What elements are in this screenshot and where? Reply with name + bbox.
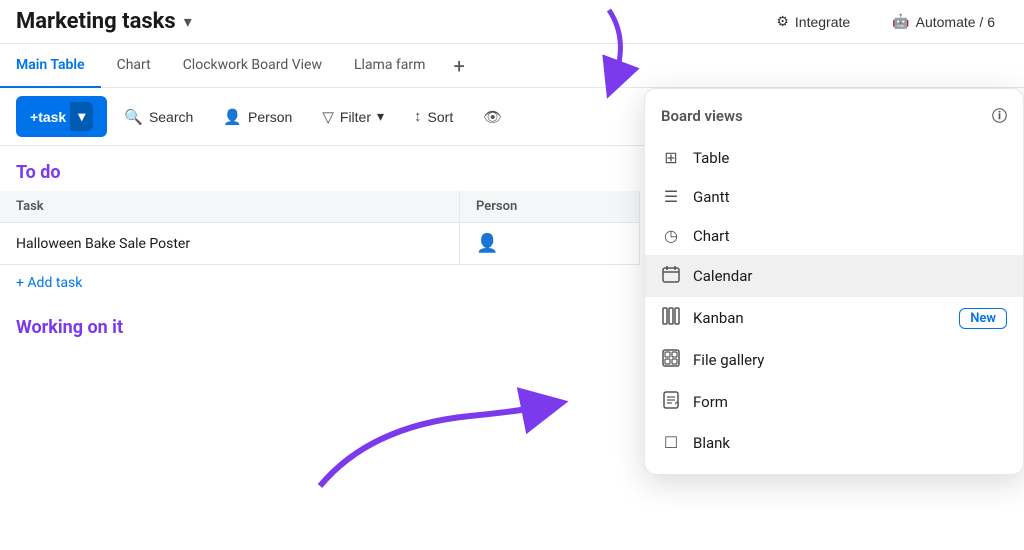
tab-add-button[interactable]: + — [441, 44, 476, 88]
section-working-header: Working on it — [0, 301, 640, 346]
filter-icon: ▽ — [322, 108, 334, 126]
view-form[interactable]: Form — [645, 381, 1023, 423]
top-bar-right: ⚙ Integrate 🤖 Automate / 6 — [763, 6, 1008, 37]
chart-icon: ◷ — [661, 226, 681, 245]
new-task-button[interactable]: + task ▾ — [16, 96, 107, 137]
info-icon: ⓘ — [992, 105, 1007, 126]
col-person: Person — [460, 191, 640, 223]
person-icon: 👤 — [223, 108, 242, 126]
integrate-label: Integrate — [795, 14, 850, 30]
title-dropdown-icon[interactable]: ▾ — [184, 12, 192, 31]
table-icon: ⊞ — [661, 148, 681, 167]
new-task-caret[interactable]: ▾ — [70, 102, 93, 131]
tab-bar: Main Table Chart Clockwork Board View Ll… — [0, 44, 1024, 88]
col-task: Task — [0, 191, 460, 223]
board-views-panel: Board views ⓘ ⊞ Table ☰ Gantt ◷ Chart Ca… — [644, 88, 1024, 475]
automate-button[interactable]: 🤖 Automate / 6 — [879, 6, 1008, 37]
tab-clockwork[interactable]: Clockwork Board View — [167, 44, 338, 88]
form-icon — [661, 391, 681, 413]
filter-button[interactable]: ▽ Filter ▾ — [309, 101, 397, 133]
automate-label: Automate / 6 — [916, 14, 995, 30]
section-todo-header: To do — [0, 146, 640, 191]
search-button[interactable]: 🔍 Search — [111, 101, 206, 133]
task-cell: Halloween Bake Sale Poster — [0, 223, 460, 265]
automate-icon: 🤖 — [892, 13, 909, 30]
view-calendar[interactable]: Calendar — [645, 255, 1023, 297]
task-table-todo: Task Person Halloween Bake Sale Poster 👤 — [0, 191, 640, 265]
view-blank[interactable]: ☐ Blank — [645, 423, 1023, 462]
top-bar: Marketing tasks ▾ ⚙ Integrate 🤖 Automate… — [0, 0, 1024, 44]
table-row: Halloween Bake Sale Poster 👤 — [0, 223, 640, 265]
eye-icon: 👁 — [483, 108, 502, 126]
eye-button[interactable]: 👁 — [470, 101, 515, 133]
page-title: Marketing tasks — [16, 9, 176, 34]
integrate-button[interactable]: ⚙ Integrate — [763, 6, 863, 37]
blank-icon: ☐ — [661, 433, 681, 452]
tab-main-table[interactable]: Main Table — [0, 44, 101, 88]
integrate-icon: ⚙ — [776, 13, 789, 30]
add-task-button[interactable]: + Add task — [0, 265, 640, 301]
view-gantt[interactable]: ☰ Gantt — [645, 177, 1023, 216]
view-file-gallery[interactable]: File gallery — [645, 339, 1023, 381]
top-bar-left: Marketing tasks ▾ — [16, 9, 192, 34]
calendar-icon — [661, 265, 681, 287]
tab-chart[interactable]: Chart — [101, 44, 167, 88]
sort-button[interactable]: ↕ Sort — [401, 101, 466, 132]
search-icon: 🔍 — [124, 108, 143, 126]
sort-icon: ↕ — [414, 108, 422, 125]
new-badge: New — [959, 308, 1007, 329]
person-cell: 👤 — [460, 223, 640, 265]
gantt-icon: ☰ — [661, 187, 681, 206]
board-views-header: Board views ⓘ — [645, 101, 1023, 138]
filter-caret: ▾ — [377, 108, 384, 125]
person-avatar: 👤 — [476, 233, 498, 254]
view-table[interactable]: ⊞ Table — [645, 138, 1023, 177]
file-gallery-icon — [661, 349, 681, 371]
person-button[interactable]: 👤 Person — [210, 101, 305, 133]
tab-llama[interactable]: Llama farm — [338, 44, 441, 88]
kanban-icon — [661, 307, 681, 329]
view-chart[interactable]: ◷ Chart — [645, 216, 1023, 255]
view-kanban[interactable]: Kanban New — [645, 297, 1023, 339]
left-panel: To do Task Person Halloween Bake Sale Po… — [0, 146, 640, 550]
